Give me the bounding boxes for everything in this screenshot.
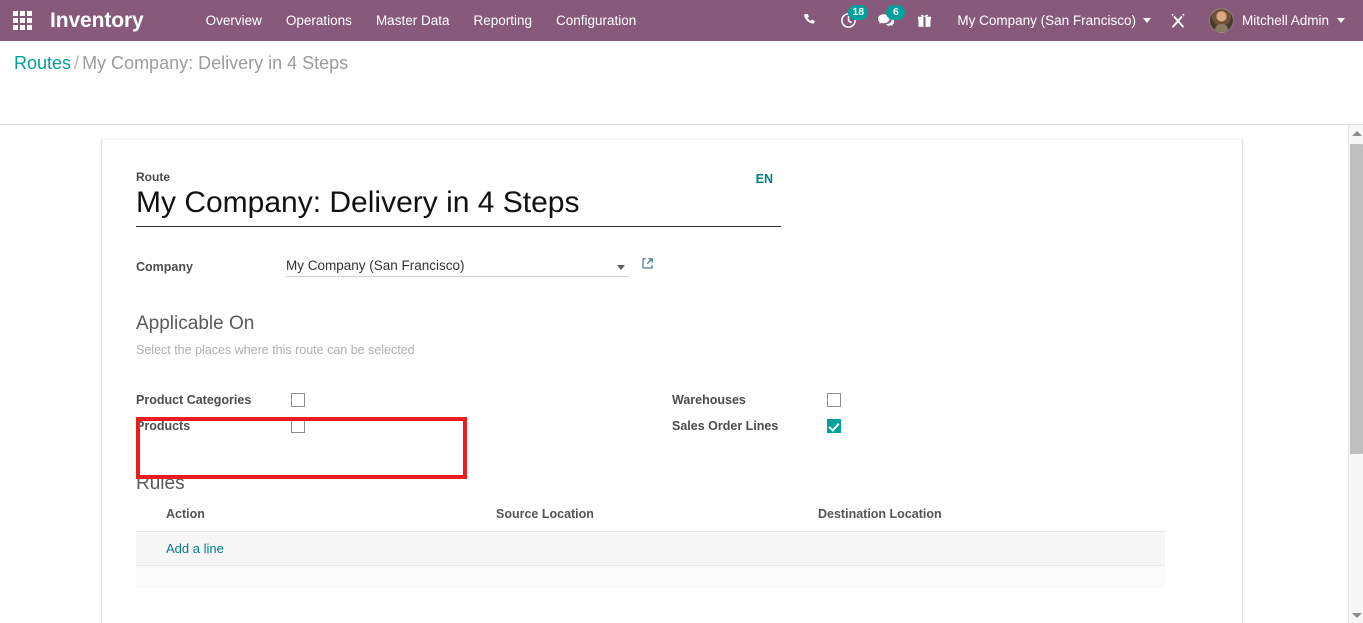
sales-order-lines-label: Sales Order Lines xyxy=(672,419,779,433)
form-sheet: Route EN Company App xyxy=(101,140,1243,623)
rules-col-destination-location: Destination Location xyxy=(788,507,1165,532)
company-internal-link-button[interactable] xyxy=(641,257,654,275)
add-a-line-link[interactable]: Add a line xyxy=(166,541,224,556)
user-menu-label: Mitchell Admin xyxy=(1241,13,1329,28)
rules-add-line-row[interactable]: Add a line xyxy=(136,531,1165,566)
avatar xyxy=(1208,8,1234,33)
rules-spacer-cell xyxy=(136,565,1165,588)
activity-count-badge: 18 xyxy=(848,5,869,20)
scrollbar-thumb[interactable] xyxy=(1350,144,1363,454)
company-input[interactable] xyxy=(286,258,629,277)
rules-add-line-cell[interactable]: Add a line xyxy=(136,531,1165,566)
scroll-up-button[interactable] xyxy=(1349,125,1363,141)
applicable-on-subtitle: Select the places where this route can b… xyxy=(136,343,415,357)
messaging-count-badge: 6 xyxy=(886,5,906,20)
chevron-down-icon xyxy=(1337,18,1345,23)
rules-col-action: Action xyxy=(136,507,466,532)
menu-configuration[interactable]: Configuration xyxy=(544,0,648,41)
rules-spacer-row xyxy=(136,565,1165,588)
activity-menu-button[interactable]: 18 xyxy=(829,0,869,41)
menu-master-data[interactable]: Master Data xyxy=(364,0,462,41)
applicable-on-right-column: Warehouses Sales Order Lines xyxy=(136,387,1208,479)
control-panel: Routes/My Company: Delivery in 4 Steps S… xyxy=(0,41,1363,158)
apps-grid-icon xyxy=(12,11,32,30)
warehouses-row: Warehouses xyxy=(672,387,1208,413)
product-categories-row: Product Categories xyxy=(136,387,672,413)
company-dropdown-caret-icon[interactable] xyxy=(617,265,625,270)
apps-menu-button[interactable] xyxy=(0,0,44,41)
user-menu[interactable]: Mitchell Admin xyxy=(1197,8,1349,33)
menu-operations[interactable]: Operations xyxy=(274,0,364,41)
sales-order-lines-checkbox[interactable] xyxy=(827,419,841,433)
route-field-label: Route xyxy=(136,170,170,184)
menu-reporting[interactable]: Reporting xyxy=(461,0,544,41)
applicable-on-left-column: Product Categories Products xyxy=(136,387,672,439)
messaging-menu-button[interactable]: 6 xyxy=(867,0,906,41)
products-checkbox[interactable] xyxy=(291,419,305,433)
triangle-down-icon xyxy=(1351,612,1362,618)
warehouses-label: Warehouses xyxy=(672,393,746,407)
applicable-on-groups: Product Categories Products Warehouses S xyxy=(136,387,1208,479)
route-name-input[interactable] xyxy=(136,186,781,227)
chevron-down-icon xyxy=(1142,18,1151,23)
route-title-row: EN xyxy=(136,172,781,227)
company-switcher-label: My Company (San Francisco) xyxy=(957,13,1136,28)
breadcrumb: Routes / My Company: Delivery in 4 Steps xyxy=(14,53,348,74)
top-navbar: Inventory Overview Operations Master Dat… xyxy=(0,0,1363,41)
crossed-tools-debug-icon xyxy=(1171,13,1185,28)
products-row: Products xyxy=(136,413,672,439)
rules-table: Action Source Location Destination Locat… xyxy=(136,507,1165,588)
vertical-scrollbar[interactable] xyxy=(1348,125,1363,623)
gift-button[interactable] xyxy=(905,0,943,41)
language-badge-en[interactable]: EN xyxy=(756,172,773,186)
breadcrumb-routes[interactable]: Routes xyxy=(14,53,71,73)
external-link-icon xyxy=(642,258,653,269)
breadcrumb-current: My Company: Delivery in 4 Steps xyxy=(82,53,349,73)
phone-icon xyxy=(804,13,815,24)
menu-overview[interactable]: Overview xyxy=(194,0,274,41)
products-label: Products xyxy=(136,419,191,433)
triangle-up-icon xyxy=(1351,130,1362,136)
app-brand-inventory[interactable]: Inventory xyxy=(44,9,150,33)
breadcrumb-separator: / xyxy=(74,53,80,73)
navbar-right-tools: 18 6 My Company (San Francisco) Mitchell… xyxy=(791,0,1363,41)
company-field-label: Company xyxy=(136,260,193,274)
sales-order-lines-row: Sales Order Lines xyxy=(672,413,1208,439)
scroll-down-button[interactable] xyxy=(1349,607,1363,623)
debug-mode-button[interactable] xyxy=(1159,0,1197,41)
form-scroll-area: Route EN Company App xyxy=(0,125,1348,623)
rules-col-source-location: Source Location xyxy=(466,507,788,532)
rules-header-row: Action Source Location Destination Locat… xyxy=(136,507,1165,532)
rules-title: Rules xyxy=(136,473,185,494)
product-categories-checkbox[interactable] xyxy=(291,393,305,407)
company-field-row: Company xyxy=(136,257,1208,277)
applicable-on-title: Applicable On xyxy=(136,313,255,334)
gift-icon xyxy=(917,14,931,27)
product-categories-label: Product Categories xyxy=(136,393,252,407)
phone-button[interactable] xyxy=(791,0,829,41)
company-switcher[interactable]: My Company (San Francisco) xyxy=(943,0,1159,41)
warehouses-checkbox[interactable] xyxy=(827,393,841,407)
